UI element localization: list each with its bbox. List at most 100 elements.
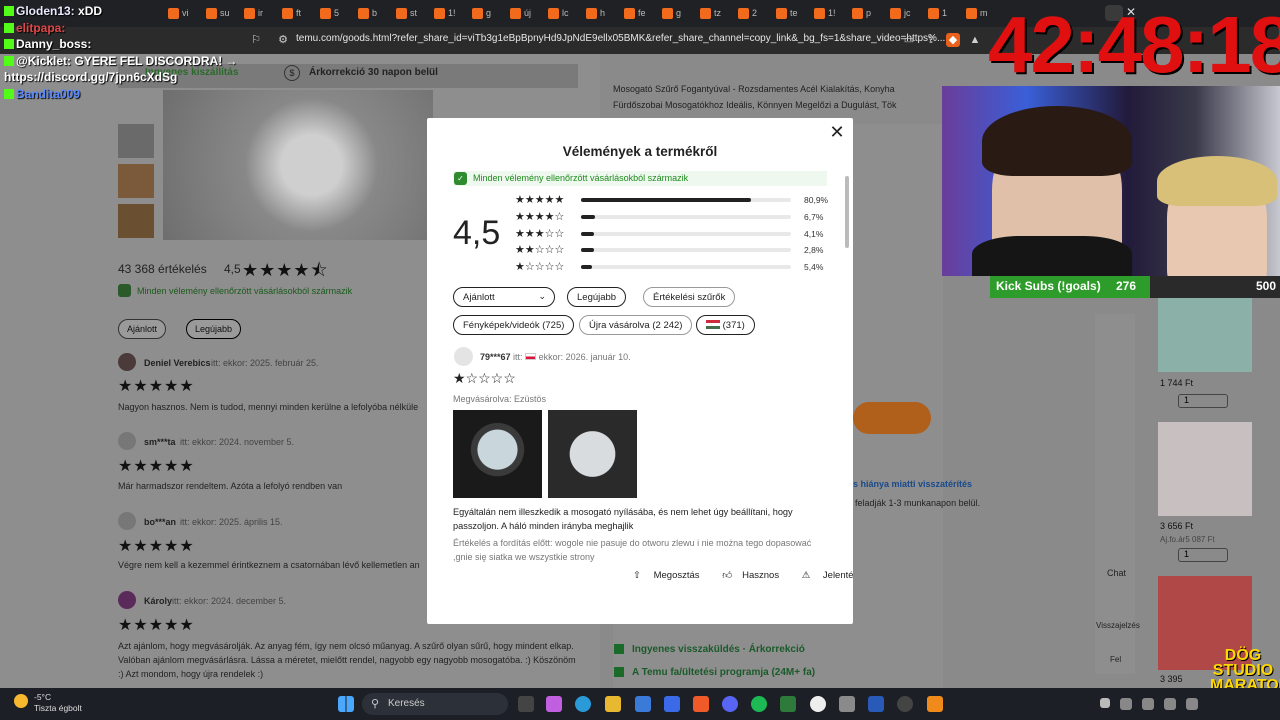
related-product-image[interactable] xyxy=(1158,422,1252,516)
tray-chevron-icon[interactable] xyxy=(1100,698,1110,708)
browser-tab[interactable]: ft xyxy=(274,2,312,24)
brave-shield-icon[interactable]: ◆ xyxy=(946,33,960,47)
browser-tab[interactable]: 2 xyxy=(730,2,768,24)
obs-icon[interactable] xyxy=(810,696,826,712)
free-return-link[interactable]: Ingyenes visszaküldés · Árkorrekció xyxy=(632,644,805,655)
volume-icon[interactable] xyxy=(1186,698,1198,710)
qty-select[interactable]: 1 xyxy=(1178,394,1228,408)
distribution-row[interactable]: ★☆☆☆☆ 5,4% xyxy=(515,261,835,274)
filter-rebuy[interactable]: Újra vásárolva (2 242) xyxy=(579,315,693,335)
task-view-icon[interactable] xyxy=(518,696,534,712)
modal-title: Vélemények a termékről xyxy=(562,144,718,159)
related-product-image[interactable] xyxy=(1158,298,1252,372)
tab-label: 1 xyxy=(942,8,948,18)
report-button[interactable]: ⚠ Jelentés xyxy=(802,570,853,581)
browser-tab[interactable]: fe xyxy=(616,2,654,24)
copilot-icon[interactable] xyxy=(546,696,562,712)
side-feedback[interactable]: Visszajelzés xyxy=(1096,621,1140,630)
filter-latest[interactable]: Legújabb xyxy=(567,287,627,307)
rewards-icon[interactable]: ▲ xyxy=(968,33,982,47)
share-icon[interactable]: ⇪ xyxy=(924,33,938,47)
brave-icon[interactable] xyxy=(693,696,709,712)
distribution-row[interactable]: ★★☆☆☆ 2,8% xyxy=(515,244,835,257)
rating-stars: ★★★★⯪ xyxy=(242,260,329,280)
media-icon[interactable] xyxy=(897,696,913,712)
tab-label: 1! xyxy=(448,8,456,18)
close-icon[interactable]: ✕ xyxy=(829,123,845,141)
review-photo[interactable] xyxy=(453,410,542,498)
url-field[interactable]: temu.com/goods.html?refer_share_id=viTb3… xyxy=(296,33,945,44)
browser-tab[interactable]: tz xyxy=(692,2,730,24)
thumbnail[interactable] xyxy=(118,204,154,238)
side-chat[interactable]: Chat xyxy=(1107,568,1126,578)
distribution-row[interactable]: ★★★★☆ 6,7% xyxy=(515,211,835,224)
thumbnail[interactable] xyxy=(118,164,154,198)
filter-latest[interactable]: Legújabb xyxy=(186,319,242,339)
app-icon[interactable] xyxy=(839,696,855,712)
filter-country[interactable]: (371) xyxy=(696,315,755,335)
browser-tab[interactable]: te xyxy=(768,2,806,24)
taskbar-search[interactable]: ⚲ Keresés xyxy=(362,693,508,715)
ratings-count[interactable]: 43 368 értékelés xyxy=(118,262,207,276)
settings-icon[interactable] xyxy=(868,696,884,712)
price-adjust-label[interactable]: Árkorrekció 30 napon belül xyxy=(309,67,438,78)
screenshot-icon[interactable]: ▭ xyxy=(902,33,916,47)
browser-tab[interactable]: 1! xyxy=(426,2,464,24)
browser-tab[interactable]: h xyxy=(578,2,616,24)
spotify-icon[interactable] xyxy=(751,696,767,712)
tray-icon[interactable] xyxy=(1142,698,1154,710)
tab-label: p xyxy=(866,8,872,18)
network-icon[interactable] xyxy=(1164,698,1176,710)
windows-start-icon[interactable] xyxy=(338,696,354,712)
distribution-row[interactable]: ★★★☆☆ 4,1% xyxy=(515,228,835,241)
vlc-icon[interactable] xyxy=(927,696,943,712)
distribution-stars: ★★☆☆☆ xyxy=(515,244,565,257)
add-to-cart-button[interactable] xyxy=(853,402,931,434)
browser-tab[interactable]: p xyxy=(844,2,882,24)
streamer-hair xyxy=(982,106,1132,176)
weather-widget[interactable]: -5°C Tiszta égbolt xyxy=(34,692,82,714)
tray-icon[interactable] xyxy=(1120,698,1132,710)
discord-icon[interactable] xyxy=(722,696,738,712)
review-text: Már harmadszor rendeltem. Azóta a lefoly… xyxy=(118,481,343,491)
browser-tab[interactable]: 1! xyxy=(806,2,844,24)
review-text: Végre nem kell a kezemmel érintkeznem a … xyxy=(118,560,420,570)
temu-favicon-icon xyxy=(738,7,749,19)
file-explorer-icon[interactable] xyxy=(605,696,621,712)
modal-scrollbar[interactable] xyxy=(845,176,849,248)
browser-tab[interactable]: st xyxy=(388,2,426,24)
helpful-button[interactable]: 👍︎ Hasznos xyxy=(722,570,789,581)
side-top[interactable]: Fel xyxy=(1110,655,1121,664)
review-stars: ★★★★★ xyxy=(118,378,195,395)
browser-tab[interactable]: g xyxy=(654,2,692,24)
subs-goal-bar: Kick Subs (!goals) 276 500 xyxy=(990,276,1280,298)
chat-message: Danny_boss: xyxy=(4,37,91,51)
edge-icon[interactable] xyxy=(575,696,591,712)
browser-tab[interactable]: új xyxy=(502,2,540,24)
filter-rating[interactable]: Értékelési szűrők xyxy=(643,287,736,307)
affiliate-link[interactable]: A Temu fa/ültetési programja (24M+ fa) xyxy=(632,667,815,678)
store-icon[interactable] xyxy=(635,696,651,712)
share-button[interactable]: ⇧ Megosztás xyxy=(633,570,710,581)
browser-tab[interactable]: jc xyxy=(882,2,920,24)
browser-tab[interactable]: g xyxy=(464,2,502,24)
qty-select[interactable]: 1 xyxy=(1178,548,1228,562)
browser-tab[interactable]: 5 xyxy=(312,2,350,24)
tab-label: g xyxy=(676,8,682,18)
browser-tab[interactable]: lc xyxy=(540,2,578,24)
outlook-icon[interactable] xyxy=(664,696,680,712)
filter-recommended[interactable]: Ajánlott xyxy=(118,319,167,339)
cohost-hair xyxy=(1157,156,1277,206)
tab-label: 1! xyxy=(828,8,836,18)
site-info-icon[interactable]: ⚙ xyxy=(276,33,290,47)
xbox-icon[interactable] xyxy=(780,696,796,712)
review-photo[interactable] xyxy=(548,410,637,498)
sort-select[interactable]: Ajánlott ⌄ xyxy=(453,287,555,307)
distribution-row[interactable]: ★★★★★ 80,9% xyxy=(515,194,835,207)
browser-tab[interactable]: b xyxy=(350,2,388,24)
temu-favicon-icon xyxy=(586,7,597,19)
browser-tab[interactable]: 1 xyxy=(920,2,958,24)
share-label: Megosztás xyxy=(653,570,700,581)
distribution-pct: 6,7% xyxy=(804,211,824,222)
filter-photos[interactable]: Fényképek/videók (725) xyxy=(453,315,575,335)
